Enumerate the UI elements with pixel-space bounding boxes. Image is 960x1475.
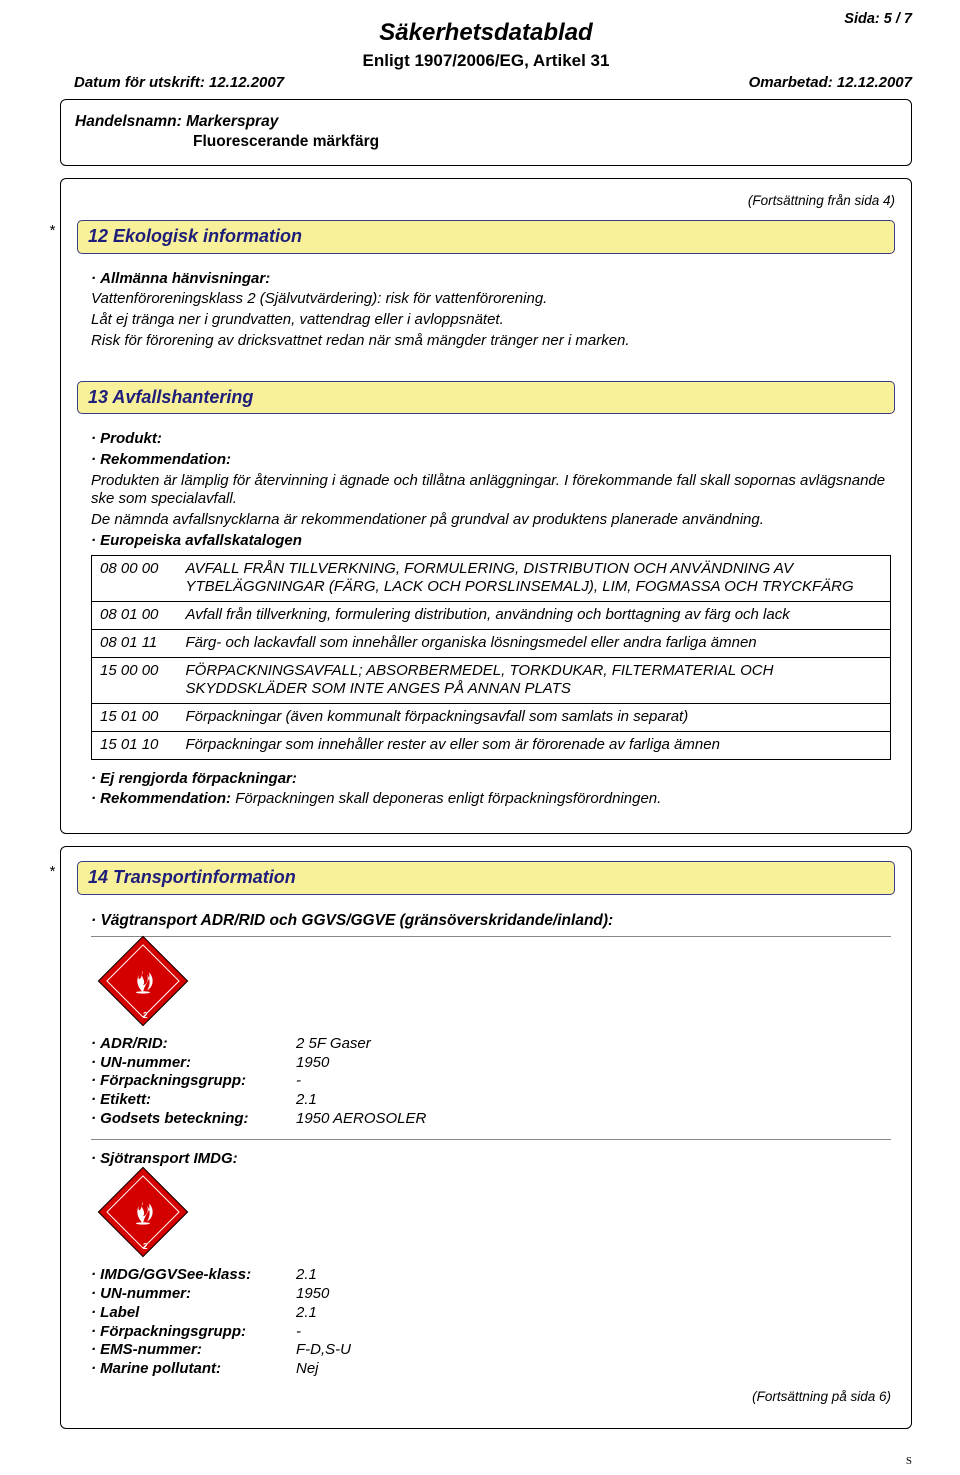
uncleaned-packaging-label: Ej rengjorda förpackningar: [91,770,891,789]
detail-value: 1950 [296,1285,329,1304]
section-12-title: 12 Ekologisk information [77,220,895,254]
table-cell: 15 00 00 [92,657,178,704]
main-frame: (Fortsättning från sida 4) * 12 Ekologis… [60,178,912,834]
flame-icon [133,1202,153,1226]
sec13-para2: De nämnda avfallsnycklarna är rekommenda… [91,511,891,530]
detail-value: 1950 AEROSOLER [296,1110,426,1129]
table-cell: 15 01 00 [92,704,178,732]
table-cell: Förpackningar som innehåller rester av e… [178,731,891,759]
detail-label: Etikett: [91,1091,296,1110]
s-mark: S [906,1455,912,1469]
detail-value: 2.1 [296,1304,317,1323]
road-transport-head: Vägtransport ADR/RID och GGVS/GGVE (grän… [91,911,891,937]
revised-date: Omarbetad: 12.12.2007 [749,74,912,93]
sec13-para1: Produkten är lämplig för återvinning i ä… [91,472,891,510]
page-indicator: Sida: 5 / 7 [844,10,912,28]
flame-icon [133,970,153,994]
detail-value: - [296,1323,301,1342]
detail-value: Nej [296,1360,319,1379]
general-references-label: Allmänna hänvisningar: [91,270,891,289]
detail-value: F-D,S-U [296,1341,351,1360]
uncleaned-rec-label: Rekommendation: [91,790,231,807]
section-14-head: * 14 Transportinformation [77,861,895,895]
detail-label: EMS-nummer: [91,1341,296,1360]
table-cell: FÖRPACKNINGSAVFALL; ABSORBERMEDEL, TORKD… [178,657,891,704]
waste-catalog-label: Europeiska avfallskatalogen [91,532,891,551]
table-cell: 15 01 10 [92,731,178,759]
section-12-body: Allmänna hänvisningar: Vattenförorenings… [77,264,895,357]
table-cell: 08 00 00 [92,555,178,602]
hazard-number: 2 [143,1010,147,1020]
detail-label: Marine pollutant: [91,1360,296,1379]
hazard-diamond-icon: 2 [98,936,189,1027]
document-subtitle: Enligt 1907/2006/EG, Artikel 31 [60,50,912,71]
table-cell: 08 01 11 [92,629,178,657]
uncleaned-rec-text: Förpackningen skall deponeras enligt för… [235,790,661,807]
continuation-to: (Fortsättning på sida 6) [91,1389,891,1406]
detail-label: IMDG/GGVSee-klass: [91,1266,296,1285]
section-13-title: 13 Avfallshantering [77,381,895,415]
detail-label: Godsets beteckning: [91,1110,296,1129]
detail-value: 2.1 [296,1091,317,1110]
detail-value: 1950 [296,1054,329,1073]
detail-label: UN-nummer: [91,1285,296,1304]
sec12-line2: Låt ej tränga ner i grundvatten, vattend… [91,311,891,330]
table-cell: Förpackningar (även kommunalt förpacknin… [178,704,891,732]
detail-label: Förpackningsgrupp: [91,1072,296,1091]
section-14-title: 14 Transportinformation [77,861,895,895]
section-13-body: Produkt: Rekommendation: Produkten är lä… [77,424,895,815]
print-date: Datum för utskrift: 12.12.2007 [74,74,284,93]
detail-label: UN-nummer: [91,1054,296,1073]
sec12-line3: Risk för förorening av dricksvattnet red… [91,332,891,351]
table-cell: AVFALL FRÅN TILLVERKNING, FORMULERING, D… [178,555,891,602]
detail-value: 2 5F Gaser [296,1035,371,1054]
detail-label: ADR/RID: [91,1035,296,1054]
continuation-from: (Fortsättning från sida 4) [77,193,895,210]
section-12-head: * 12 Ekologisk information [77,220,895,254]
sec12-line1: Vattenföroreningsklass 2 (Självutvärderi… [91,290,891,309]
hazard-number: 2 [143,1242,147,1252]
tradename-label: Handelsnamn: Markerspray [75,113,278,130]
asterisk-icon: * [49,222,55,241]
asterisk-icon: * [49,863,55,882]
tradename-sub: Fluorescerande märkfärg [75,132,897,151]
date-row: Datum för utskrift: 12.12.2007 Omarbetad… [60,74,912,93]
section-14-body: Vägtransport ADR/RID och GGVS/GGVE (grän… [77,905,895,1410]
sea-transport-head: Sjötransport IMDG: [91,1150,891,1169]
document-title: Säkerhetsdatablad [60,18,912,48]
detail-value: - [296,1072,301,1091]
recommendation-label: Rekommendation: [91,451,891,470]
table-cell: Färg- och lackavfall som innehåller orga… [178,629,891,657]
detail-label: Förpackningsgrupp: [91,1323,296,1342]
waste-catalog-table: 08 00 00AVFALL FRÅN TILLVERKNING, FORMUL… [91,555,891,760]
product-label: Produkt: [91,430,891,449]
detail-value: 2.1 [296,1266,317,1285]
tradename-frame: Handelsnamn: Markerspray Fluorescerande … [60,99,912,166]
hazard-diamond-icon: 2 [98,1167,189,1258]
section-13-head: 13 Avfallshantering [77,381,895,415]
section-14-frame: * 14 Transportinformation Vägtransport A… [60,846,912,1429]
table-cell: Avfall från tillverkning, formulering di… [178,602,891,630]
detail-label: Label [91,1304,296,1323]
table-cell: 08 01 00 [92,602,178,630]
